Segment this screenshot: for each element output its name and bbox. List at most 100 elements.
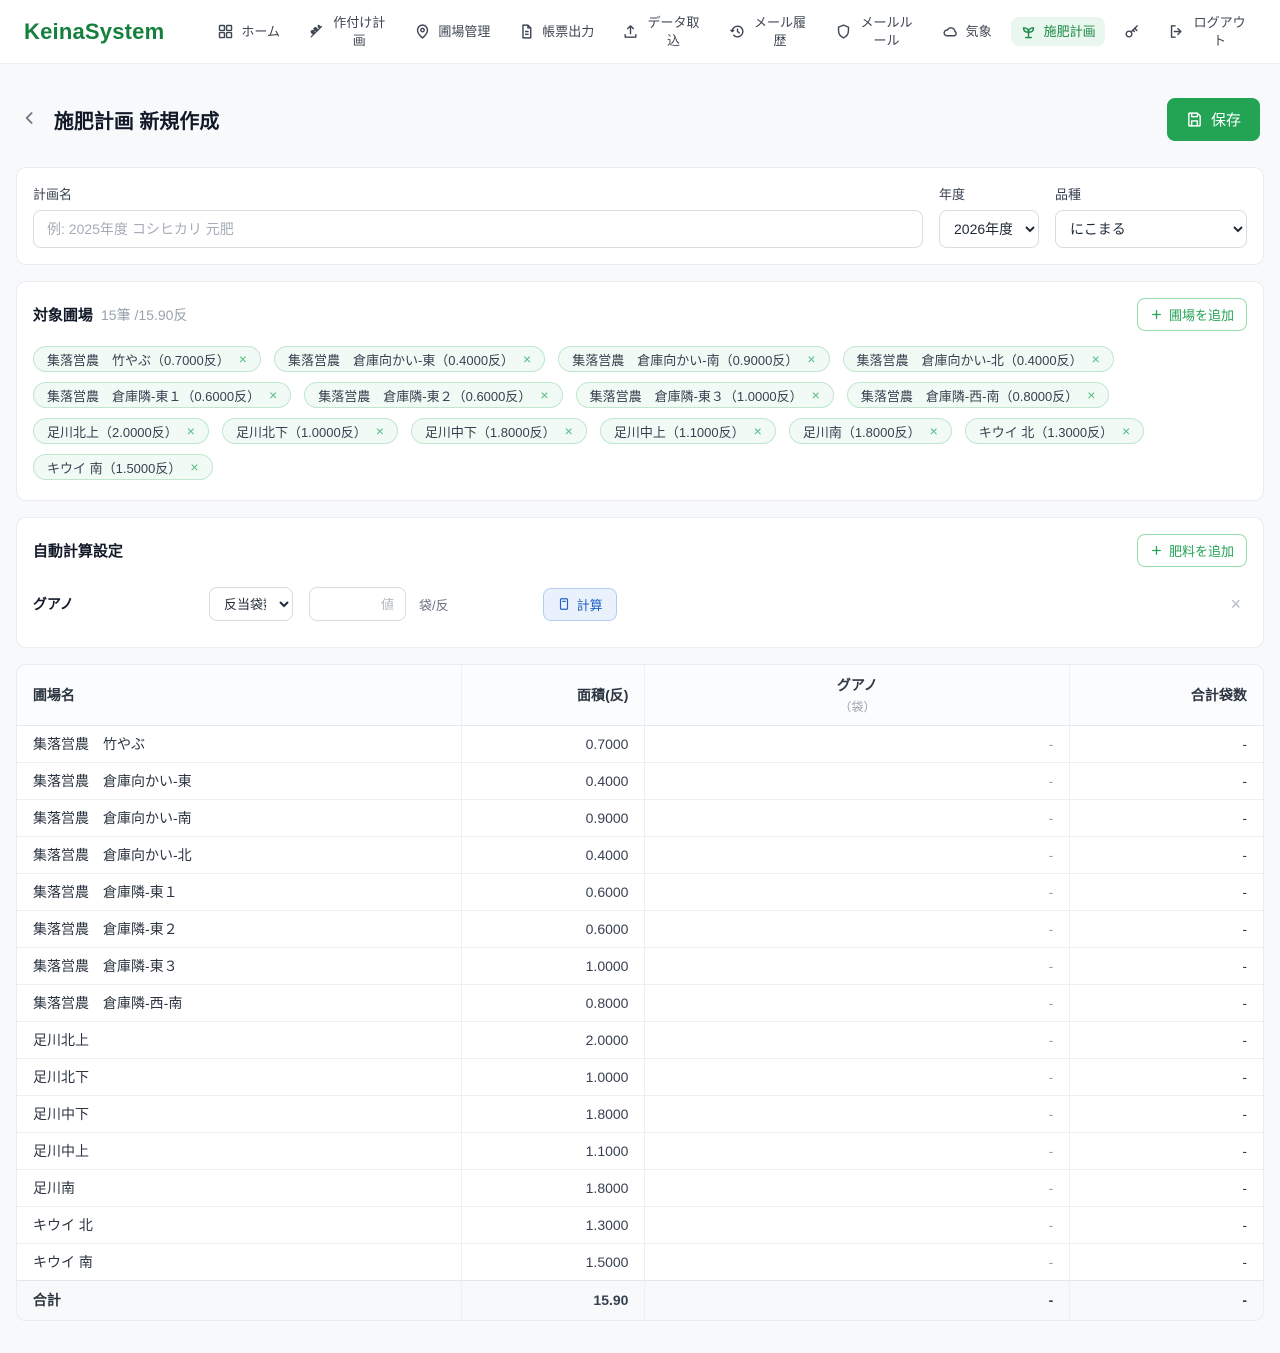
close-icon[interactable]: × [1224, 594, 1247, 615]
plus-icon [1150, 308, 1163, 321]
total-bags-cell: - [1069, 946, 1263, 984]
back-button[interactable] [20, 108, 40, 131]
calculator-icon [557, 597, 571, 611]
field-name-cell: 足川北上 [17, 1020, 462, 1058]
field-name-cell: 集落営農 倉庫隣-西-南 [17, 983, 462, 1021]
area-cell: 1.5000 [461, 1242, 645, 1280]
area-cell: 0.4000 [461, 835, 645, 873]
close-icon[interactable]: × [523, 352, 531, 366]
area-cell: 1.8000 [461, 1168, 645, 1206]
brand-logo[interactable]: KeinaSystem [24, 19, 164, 45]
nav-item-data-import[interactable]: データ取込 [613, 8, 710, 55]
area-cell: 0.4000 [461, 761, 645, 799]
close-icon[interactable]: × [376, 424, 384, 438]
fertilizer-cell: - [644, 1057, 1070, 1095]
chevron-left-icon [20, 108, 40, 131]
close-icon[interactable]: × [565, 424, 573, 438]
close-icon[interactable]: × [239, 352, 247, 366]
field-tag: 足川中上（1.1000反） × [599, 418, 776, 444]
close-icon[interactable]: × [812, 388, 820, 402]
close-icon[interactable]: × [1122, 424, 1130, 438]
field-row: 集落営農 倉庫隣-東３ 1.0000- - [17, 946, 1263, 984]
nav-item-home[interactable]: ホーム [208, 17, 289, 47]
fields-table: 圃場名 面積(反) グアノ （袋） 合計袋数 集落営農 竹やぶ 0.7000- - 集… [17, 665, 1263, 1320]
area-cell: 0.9000 [461, 798, 645, 836]
total-fertilizer: - [644, 1279, 1070, 1320]
fertilizer-cell: - [644, 835, 1070, 873]
field-row: 集落営農 倉庫向かい-北 0.4000- - [17, 835, 1263, 873]
fertilizer-cell: - [644, 798, 1070, 836]
plan-name-input[interactable] [33, 210, 923, 248]
target-fields-card: 対象圃場 15筆 /15.90反 圃場を追加 集落営農 竹やぶ（0.7000反）… [16, 281, 1264, 501]
total-bags: - [1069, 1279, 1263, 1320]
add-fertilizer-button[interactable]: 肥料を追加 [1136, 534, 1247, 567]
field-row: 足川北下 1.0000- - [17, 1057, 1263, 1095]
page-content: 施肥計画 新規作成 保存 計画名 年度 2026年度 品種 にこまる [0, 64, 1280, 1353]
field-tag: 集落営農 倉庫向かい-東（0.4000反） × [273, 346, 546, 372]
nav-item-weather[interactable]: 気象 [933, 17, 1001, 47]
close-icon[interactable]: × [754, 424, 762, 438]
fertilizer-cell: - [644, 761, 1070, 799]
total-bags-cell: - [1069, 761, 1263, 799]
save-button[interactable]: 保存 [1166, 98, 1260, 141]
field-tag-label: 足川中下（1.8000反） [424, 424, 556, 440]
total-label: 合計 [17, 1279, 462, 1320]
close-icon[interactable]: × [1092, 352, 1100, 366]
nav-item-logout[interactable]: ログアウト [1159, 8, 1256, 55]
field-name-cell: 集落営農 倉庫向かい-北 [17, 835, 462, 873]
field-tag: 集落営農 倉庫隣-西-南（0.8000反） × [846, 382, 1110, 408]
auto-calc-card: 自動計算設定 肥料を追加 グアノ 反当袋数 袋/反 計算 × [16, 517, 1264, 648]
fertilizer-cell: - [644, 983, 1070, 1021]
field-row: 集落営農 倉庫隣-東２ 0.6000- - [17, 909, 1263, 947]
grid-icon [217, 23, 234, 40]
calc-mode-select[interactable]: 反当袋数 [209, 587, 293, 621]
close-icon[interactable]: × [269, 388, 277, 402]
calculate-button[interactable]: 計算 [542, 587, 617, 621]
close-icon[interactable]: × [1087, 388, 1095, 402]
variety-select[interactable]: にこまる [1055, 210, 1247, 248]
field-tag-label: 足川北下（1.0000反） [235, 424, 367, 440]
close-icon[interactable]: × [190, 460, 198, 474]
close-icon[interactable]: × [807, 352, 815, 366]
nav-item-fertilization-plan[interactable]: 施肥計画 [1010, 16, 1105, 47]
close-icon[interactable]: × [930, 424, 938, 438]
fertilizer-cell: - [644, 1205, 1070, 1243]
add-field-button[interactable]: 圃場を追加 [1136, 298, 1247, 331]
area-cell: 1.8000 [461, 1094, 645, 1132]
area-cell: 1.3000 [461, 1205, 645, 1243]
fertilizer-cell: - [644, 1094, 1070, 1132]
field-tag-label: 集落営農 倉庫向かい-北（0.4000反） [856, 352, 1083, 368]
field-tag-label: 集落営農 倉庫隣-東２（0.6000反） [318, 388, 532, 404]
field-tag: キウイ 北（1.3000反） × [964, 418, 1145, 444]
field-tag-label: キウイ 北（1.3000反） [978, 424, 1114, 440]
nav-item-key[interactable] [1114, 17, 1149, 46]
nav-item-mail-rules[interactable]: メールルール [826, 8, 923, 55]
nav-item-mail-history[interactable]: メール履歴 [720, 8, 817, 55]
field-tag: 集落営農 倉庫向かい-南（0.9000反） × [558, 346, 830, 372]
field-tag-label: 足川中上（1.1000反） [613, 424, 745, 440]
field-tag-label: 集落営農 倉庫隣-東１（0.6000反） [47, 388, 261, 404]
field-tag-label: 集落営農 竹やぶ（0.7000反） [47, 352, 230, 368]
nav-item-field-management[interactable]: 圃場管理 [405, 17, 499, 47]
close-icon[interactable]: × [540, 388, 548, 402]
total-bags-cell: - [1069, 1242, 1263, 1280]
calc-value-input[interactable] [309, 587, 406, 621]
total-bags-cell: - [1069, 1094, 1263, 1132]
nav-item-planting-plan[interactable]: 作付け計画 [299, 8, 396, 55]
field-tag: 足川中下（1.8000反） × [410, 418, 587, 444]
fertilizer-calc-row: グアノ 反当袋数 袋/反 計算 × [33, 587, 1247, 631]
close-icon[interactable]: × [187, 424, 195, 438]
field-name-cell: 集落営農 倉庫隣-東２ [17, 909, 462, 947]
field-name-cell: キウイ 北 [17, 1205, 462, 1243]
total-bags-cell: - [1069, 909, 1263, 947]
nav-items: ホーム 作付け計画 圃場管理 帳票出力 データ取込 メール履歴 メールルール 気象 施肥計画 ログ… [208, 8, 1256, 55]
field-row: 集落営農 倉庫向かい-東 0.4000- - [17, 761, 1263, 799]
upload-icon [622, 23, 639, 40]
col-header-fertilizer-unit: （袋） [839, 699, 876, 714]
year-select[interactable]: 2026年度 [939, 210, 1039, 248]
variety-label: 品種 [1055, 187, 1082, 202]
field-tag: 足川北下（1.0000反） × [221, 418, 398, 444]
fertilizer-cell: - [644, 1020, 1070, 1058]
field-row: 集落営農 倉庫向かい-南 0.9000- - [17, 798, 1263, 836]
nav-item-report-output[interactable]: 帳票出力 [509, 17, 603, 47]
